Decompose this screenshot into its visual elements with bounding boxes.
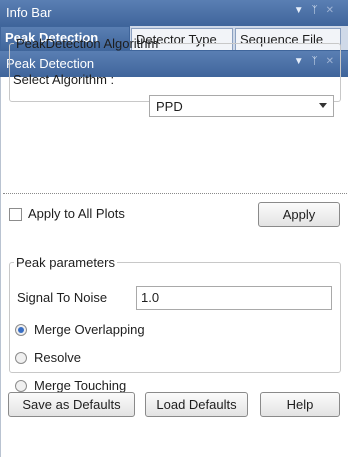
close-icon[interactable]: ✕ xyxy=(326,5,342,16)
algorithm-select[interactable]: PPD xyxy=(149,95,334,117)
algorithm-select-value: PPD xyxy=(156,99,183,114)
merge-touching-radio[interactable] xyxy=(15,380,27,392)
algorithm-group-label: PeakDetection Algorithm xyxy=(16,36,159,51)
load-defaults-button[interactable]: Load Defaults xyxy=(145,392,248,417)
signal-to-noise-input[interactable]: 1.0 xyxy=(136,286,332,310)
apply-all-label: Apply to All Plots xyxy=(28,206,125,221)
apply-all-checkbox[interactable] xyxy=(9,208,22,221)
merge-touching-label: Merge Touching xyxy=(34,378,127,393)
peak-parameters-label: Peak parameters xyxy=(16,255,115,270)
dropdown-arrow-icon[interactable]: ▼ xyxy=(294,5,312,16)
merge-overlapping-radio[interactable] xyxy=(15,324,27,336)
resolve-radio[interactable] xyxy=(15,352,27,364)
chevron-down-icon xyxy=(319,103,327,108)
divider xyxy=(3,193,347,194)
algorithm-group: PeakDetection Algorithm xyxy=(9,36,341,102)
merge-overlapping-label: Merge Overlapping xyxy=(34,322,145,337)
signal-to-noise-label: Signal To Noise xyxy=(17,290,108,305)
info-bar-title: Info Bar xyxy=(6,5,52,20)
save-as-defaults-button[interactable]: Save as Defaults xyxy=(8,392,135,417)
titlebar-icons: ▼ᛉ✕ xyxy=(294,5,342,16)
select-algorithm-label: Select Algorithm : xyxy=(13,72,115,87)
resolve-label: Resolve xyxy=(34,350,81,365)
help-button[interactable]: Help xyxy=(260,392,340,417)
pin-icon[interactable]: ᛉ xyxy=(312,5,326,16)
info-bar-titlebar: Info Bar ▼ᛉ✕ xyxy=(0,0,348,26)
apply-button[interactable]: Apply xyxy=(258,202,340,227)
